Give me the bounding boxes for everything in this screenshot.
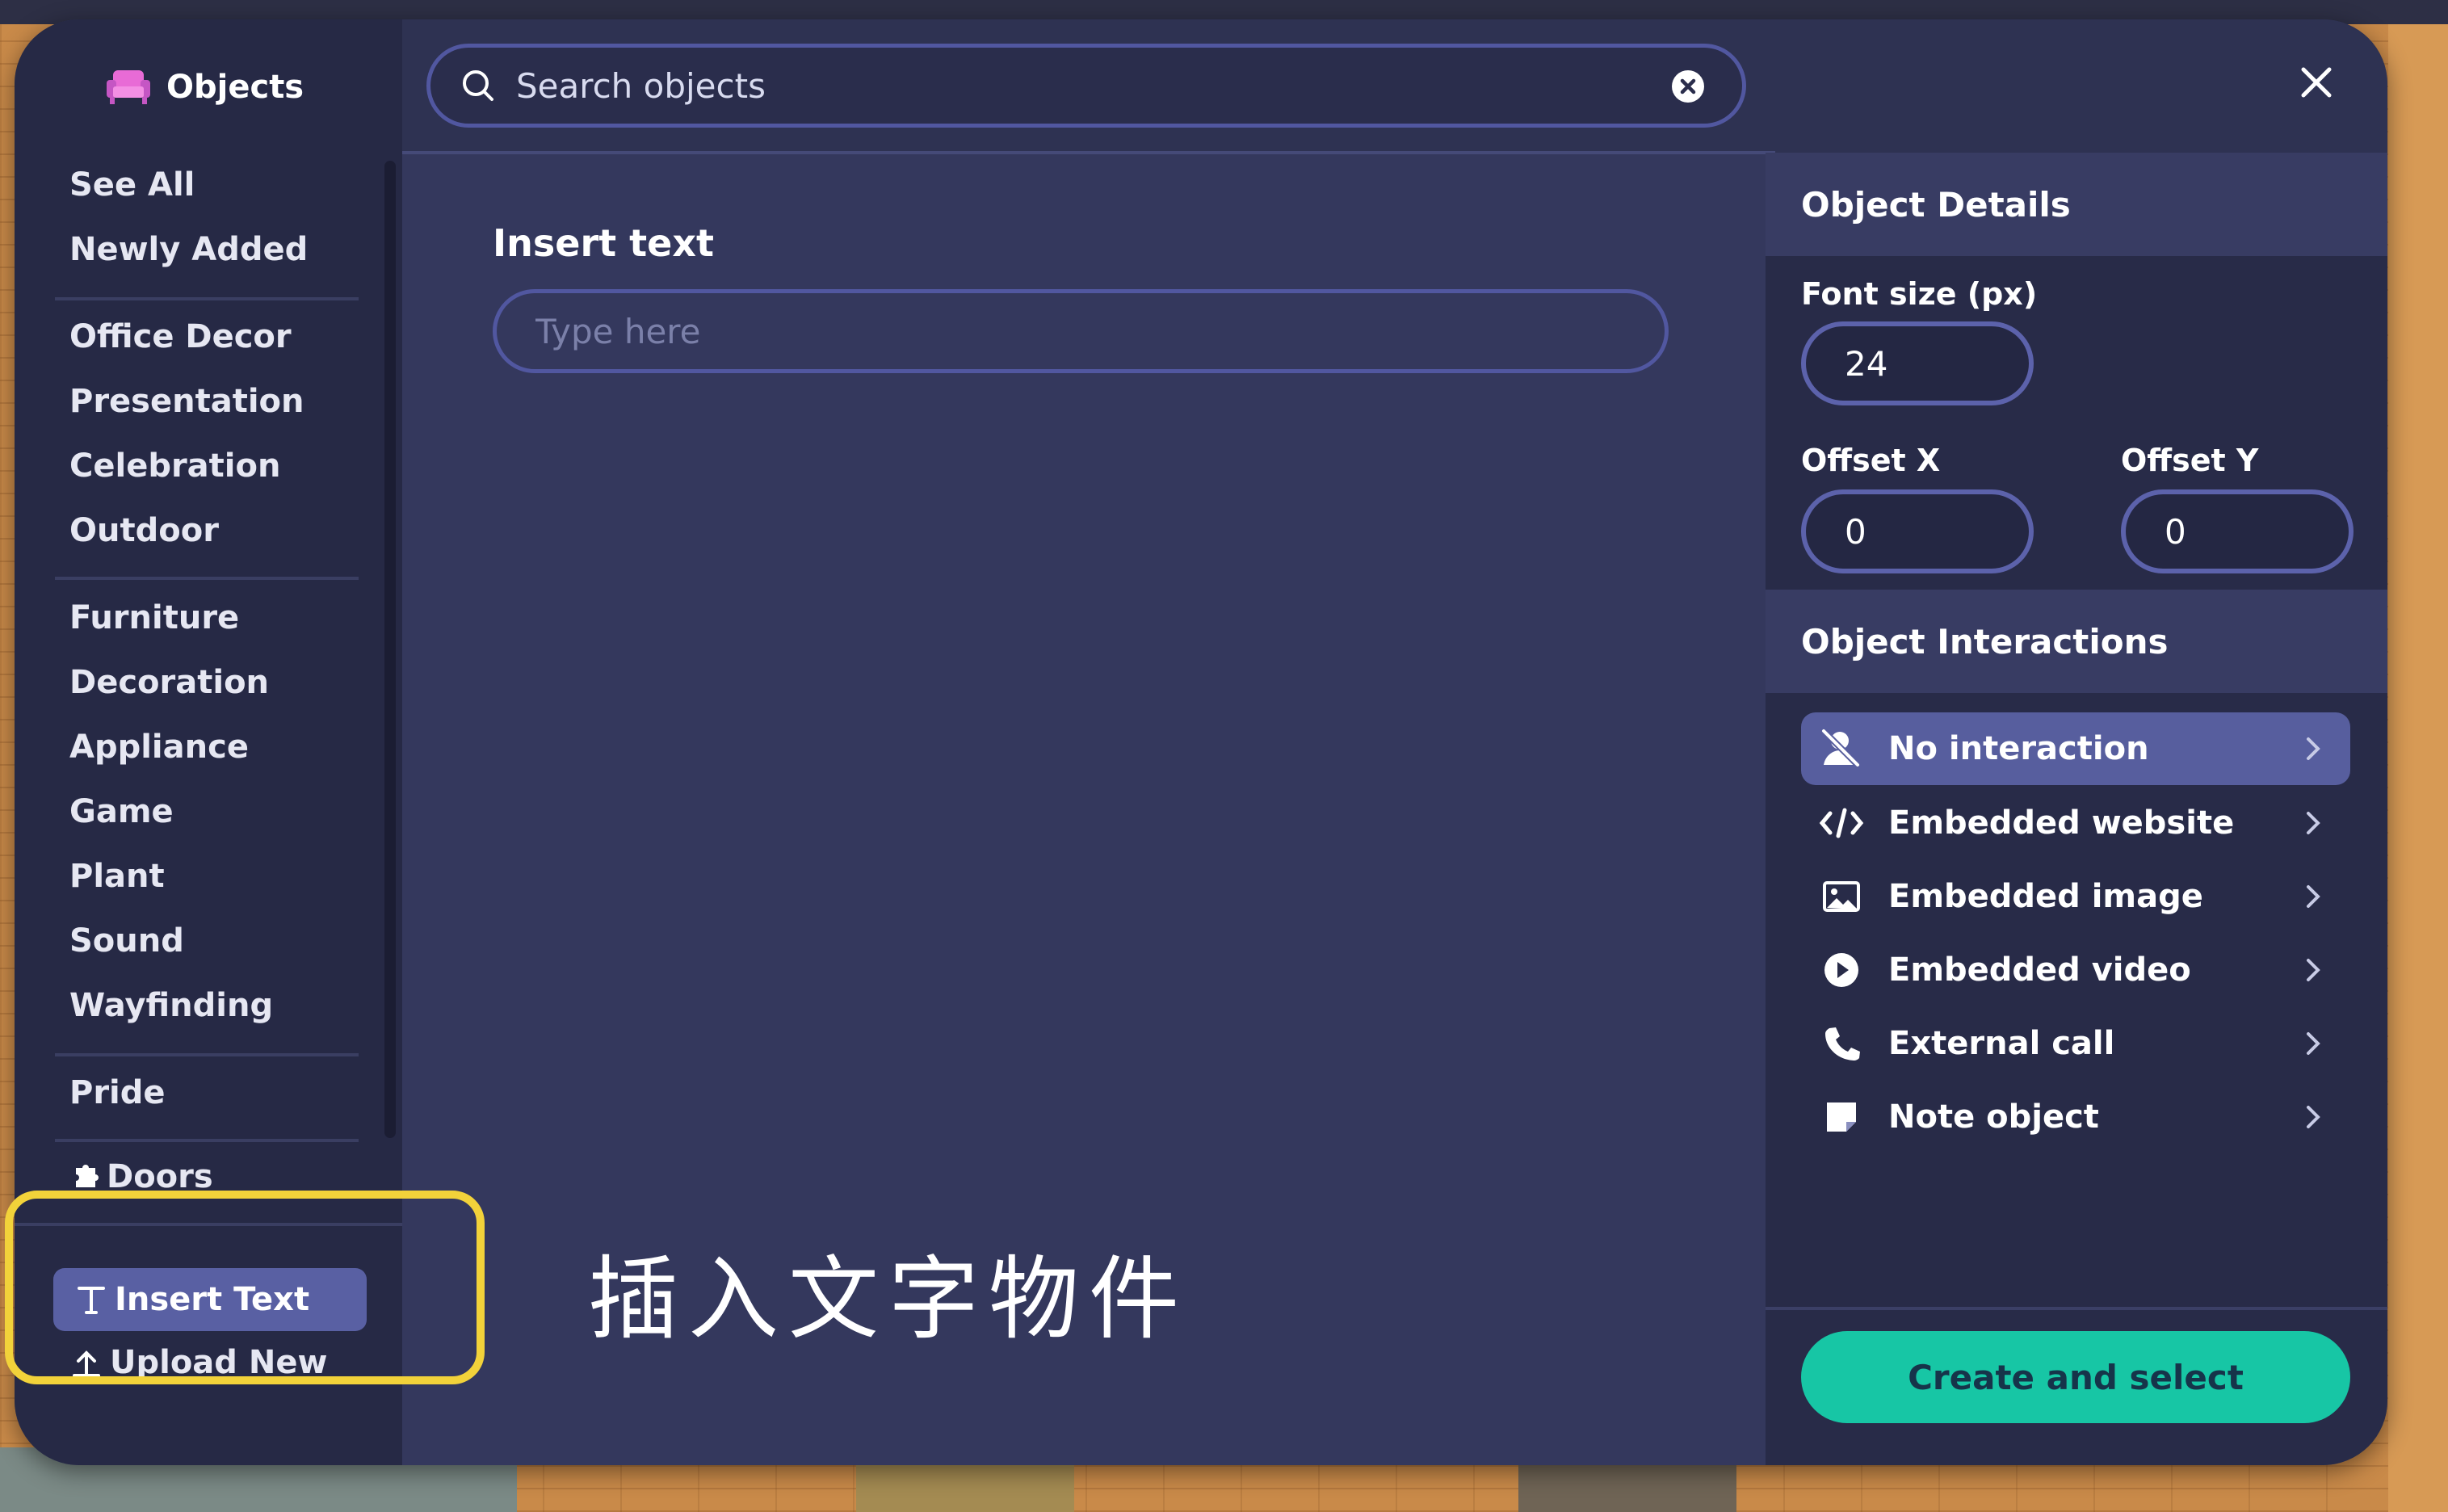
sidebar-item-decoration[interactable]: Decoration bbox=[69, 664, 269, 701]
insert-text-heading: Insert text bbox=[493, 221, 714, 265]
no-interaction-icon bbox=[1821, 729, 1860, 767]
interaction-label: No interaction bbox=[1888, 730, 2149, 767]
phone-icon bbox=[1825, 1027, 1860, 1060]
map-right-edge bbox=[2388, 24, 2448, 1512]
interaction-no-interaction[interactable]: No interaction bbox=[1801, 712, 2350, 785]
object-details-title: Object Details bbox=[1801, 185, 2071, 225]
sidebar-item-wayfinding[interactable]: Wayfinding bbox=[69, 987, 273, 1024]
code-icon bbox=[1819, 808, 1864, 838]
sidebar-item-appliance[interactable]: Appliance bbox=[69, 729, 249, 766]
sidebar-title: Objects bbox=[105, 63, 304, 111]
search-icon bbox=[463, 70, 493, 101]
font-size-field[interactable] bbox=[1801, 321, 2034, 405]
sidebar-item-pride[interactable]: Pride bbox=[69, 1074, 166, 1111]
object-interactions-header: Object Interactions bbox=[1766, 590, 2387, 693]
image-icon bbox=[1823, 881, 1860, 912]
interaction-note-object[interactable]: Note object bbox=[1801, 1081, 2350, 1153]
sidebar-item-celebration[interactable]: Celebration bbox=[69, 447, 280, 485]
sidebar-scrollbar[interactable] bbox=[384, 161, 396, 1138]
sidebar-divider bbox=[55, 577, 359, 580]
insert-text-input[interactable] bbox=[493, 289, 1669, 373]
sidebar-item-outdoor[interactable]: Outdoor bbox=[69, 512, 219, 549]
search-bar[interactable] bbox=[426, 44, 1746, 128]
create-and-select-button[interactable]: Create and select bbox=[1801, 1331, 2350, 1423]
chevron-right-icon bbox=[2307, 959, 2320, 981]
sidebar-item-office-decor[interactable]: Office Decor bbox=[69, 318, 292, 355]
clear-search-icon[interactable] bbox=[1671, 69, 1705, 103]
search-input[interactable] bbox=[514, 65, 1632, 107]
interaction-label: Embedded video bbox=[1888, 951, 2191, 989]
chevron-right-icon bbox=[2307, 1106, 2320, 1128]
object-interactions-title: Object Interactions bbox=[1801, 622, 2169, 662]
sidebar-item-sound[interactable]: Sound bbox=[69, 922, 184, 960]
interaction-label: Note object bbox=[1888, 1098, 2099, 1136]
sidebar-item-furniture[interactable]: Furniture bbox=[69, 599, 239, 636]
highlight-box bbox=[5, 1191, 485, 1384]
interaction-external-call[interactable]: External call bbox=[1801, 1007, 2350, 1080]
header-divider bbox=[402, 151, 1775, 154]
offset-x-field[interactable] bbox=[1801, 489, 2034, 573]
chevron-right-icon bbox=[2307, 812, 2320, 834]
note-icon bbox=[1827, 1102, 1856, 1132]
puzzle-icon bbox=[76, 1165, 99, 1187]
font-size-label: Font size (px) bbox=[1801, 276, 2038, 312]
sidebar-item-game[interactable]: Game bbox=[69, 793, 174, 830]
sidebar-divider bbox=[55, 1053, 359, 1056]
chevron-right-icon bbox=[2307, 1032, 2320, 1055]
interaction-label: Embedded image bbox=[1888, 878, 2203, 915]
offset-y-field[interactable] bbox=[2121, 489, 2354, 573]
offset-y-label: Offset Y bbox=[2121, 443, 2259, 478]
sidebar-item-see-all[interactable]: See All bbox=[69, 166, 195, 204]
offset-x-label: Offset X bbox=[1801, 443, 1941, 478]
interaction-embedded-video[interactable]: Embedded video bbox=[1801, 934, 2350, 1006]
armchair-icon bbox=[107, 70, 150, 104]
sidebar-divider bbox=[55, 297, 359, 300]
sidebar-item-presentation[interactable]: Presentation bbox=[69, 383, 304, 420]
interaction-embedded-image[interactable]: Embedded image bbox=[1801, 860, 2350, 933]
annotation-caption: 插入文字物件 bbox=[588, 1247, 1189, 1352]
interaction-label: Embedded website bbox=[1888, 804, 2235, 842]
sidebar-divider bbox=[55, 1139, 359, 1142]
chevron-right-icon bbox=[2307, 885, 2320, 908]
interaction-embedded-website[interactable]: Embedded website bbox=[1801, 787, 2350, 859]
sidebar-title-label: Objects bbox=[166, 69, 304, 106]
sidebar-item-plant[interactable]: Plant bbox=[69, 858, 165, 895]
chevron-right-icon bbox=[2307, 737, 2320, 760]
interaction-label: External call bbox=[1888, 1025, 2115, 1062]
footer-divider bbox=[1766, 1307, 2387, 1310]
play-icon bbox=[1824, 953, 1858, 987]
close-icon[interactable] bbox=[2297, 63, 2336, 102]
object-details-header: Object Details bbox=[1766, 153, 2387, 256]
sidebar-item-newly-added[interactable]: Newly Added bbox=[69, 231, 308, 268]
